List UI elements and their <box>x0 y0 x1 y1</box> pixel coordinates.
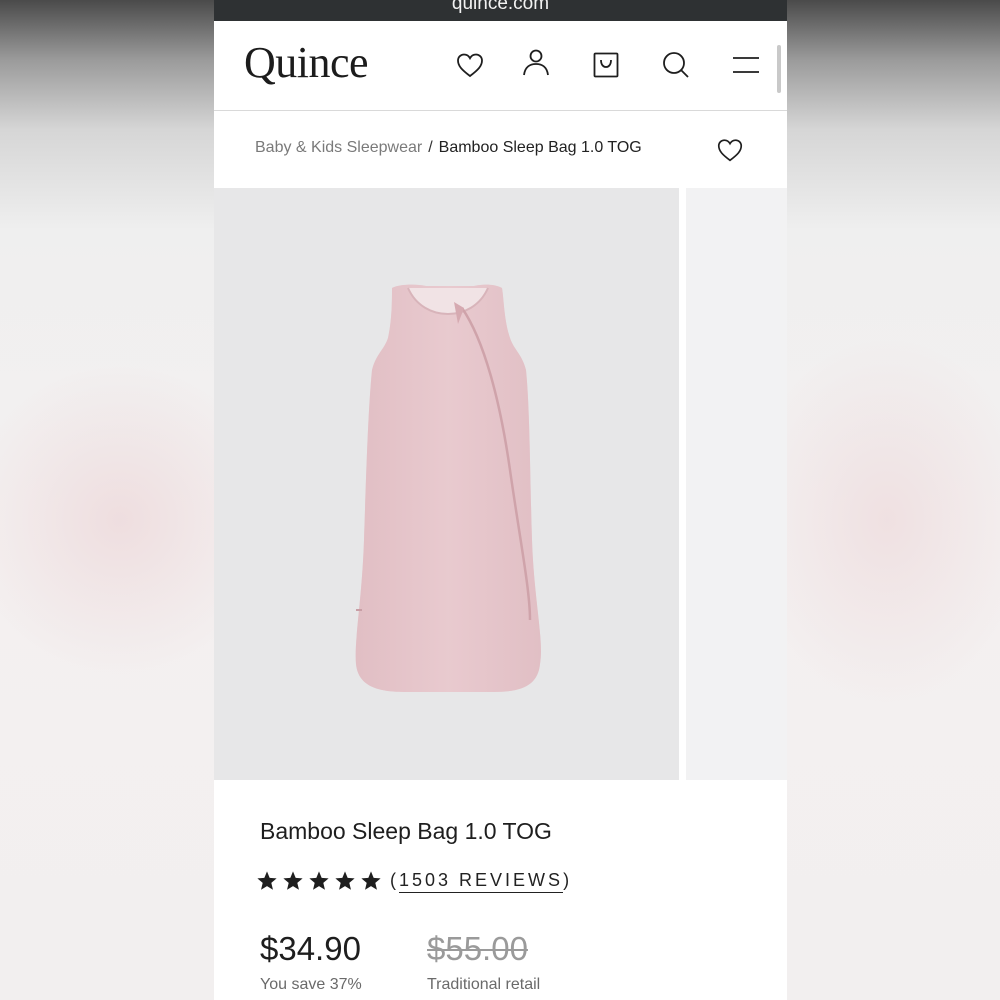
star-icon <box>309 871 329 890</box>
retail-label: Traditional retail <box>427 976 541 993</box>
browser-url-bar[interactable]: quince.com <box>214 0 787 21</box>
product-image-main[interactable] <box>214 188 679 780</box>
reviews-open-paren: ( <box>390 870 399 890</box>
star-icon <box>335 871 355 890</box>
star-icon <box>361 871 381 890</box>
star-icon <box>283 871 303 890</box>
reviews-count[interactable]: (1503 REVIEWS) <box>390 870 573 893</box>
site-header: Quince <box>214 21 787 111</box>
account-icon[interactable] <box>520 47 552 79</box>
breadcrumb-parent-link[interactable]: Baby & Kids Sleepwear <box>255 139 422 156</box>
sleep-bag-image <box>355 284 541 692</box>
scrollbar[interactable] <box>777 45 781 93</box>
quince-logo[interactable]: Quince <box>244 37 369 88</box>
bag-icon[interactable] <box>590 49 622 81</box>
retail-price: $55.00 <box>427 930 528 967</box>
url-text[interactable]: quince.com <box>452 0 549 14</box>
reviews-link[interactable]: 1503 REVIEWS <box>399 870 564 893</box>
rating-stars[interactable] <box>256 870 382 894</box>
wishlist-heart-icon[interactable] <box>715 135 745 165</box>
background-blur-right <box>787 0 1000 1000</box>
breadcrumb-separator: / <box>428 139 433 156</box>
reviews-close-paren: ) <box>563 870 573 890</box>
search-icon[interactable] <box>660 49 692 81</box>
breadcrumb-current: Bamboo Sleep Bag 1.0 TOG <box>438 139 642 156</box>
menu-icon[interactable] <box>730 49 762 81</box>
breadcrumb: Baby & Kids Sleepwear / Bamboo Sleep Bag 1… <box>255 139 642 157</box>
savings-text: You save 37% <box>260 976 362 993</box>
heart-icon[interactable] <box>454 49 486 81</box>
mobile-screen: quince.com Quince Baby & Kids Sleepwear … <box>214 0 787 1000</box>
star-icon <box>257 871 277 890</box>
background-blur-left <box>0 0 214 1000</box>
sale-price: $34.90 <box>260 930 361 967</box>
product-title: Bamboo Sleep Bag 1.0 TOG <box>260 818 552 844</box>
product-image-next[interactable] <box>686 188 787 780</box>
